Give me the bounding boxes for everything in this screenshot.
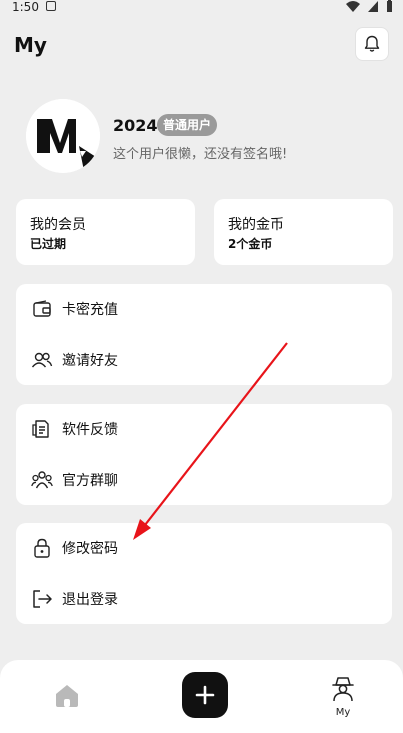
menu-item-label: 官方群聊 (62, 473, 118, 489)
tab-home[interactable] (53, 681, 81, 709)
status-bar: 1:50 (0, 0, 403, 14)
menu-item-label: 卡密充值 (62, 302, 118, 318)
tab-my-label: My (335, 707, 351, 718)
membership-title: 我的会员 (30, 217, 86, 233)
menu-item-label: 修改密码 (62, 541, 118, 557)
notification-button[interactable] (355, 27, 389, 61)
wallet-icon (33, 300, 51, 317)
menu-item-logout[interactable]: 退出登录 (16, 574, 392, 624)
menu-group-community: 软件反馈 官方群聊 (16, 404, 392, 505)
user-level-badge: 普通用户 (157, 114, 218, 136)
coins-card[interactable]: 我的金币 2个金币 (214, 199, 393, 265)
menu-item-label: 软件反馈 (62, 422, 118, 438)
avatar[interactable] (26, 99, 100, 173)
signal-icon (368, 0, 378, 12)
user-signature: 这个用户很懒，还没有签名哦! (113, 147, 288, 162)
menu-item-label: 退出登录 (62, 592, 118, 608)
lock-icon (34, 538, 50, 558)
status-time: 1:50 (12, 0, 39, 14)
add-button[interactable] (182, 672, 228, 718)
menu-item-invite-friends[interactable]: 邀请好友 (16, 335, 392, 385)
sim-icon (46, 1, 56, 11)
username: 2024 (113, 116, 158, 135)
menu-item-official-group[interactable]: 官方群聊 (16, 455, 392, 505)
menu-group-account: 修改密码 退出登录 (16, 523, 392, 624)
menu-item-card-recharge[interactable]: 卡密充值 (16, 284, 392, 334)
coins-title: 我的金币 (228, 217, 284, 233)
page-title: My (14, 33, 47, 57)
plus-icon (195, 685, 215, 705)
bell-icon (364, 35, 380, 52)
menu-item-label: 邀请好友 (62, 353, 118, 369)
battery-icon (387, 0, 392, 12)
status-icons (346, 0, 393, 12)
avatar-logo-image (26, 99, 100, 173)
feedback-icon (32, 420, 49, 438)
wifi-icon (346, 0, 360, 12)
membership-card[interactable]: 我的会员 已过期 (16, 199, 195, 265)
group-icon (31, 471, 53, 489)
home-icon (56, 685, 78, 707)
logout-icon (33, 590, 52, 608)
tab-my[interactable]: My (326, 676, 360, 718)
user-detective-icon (332, 677, 354, 702)
menu-item-feedback[interactable]: 软件反馈 (16, 404, 392, 454)
coins-value: 2个金币 (228, 237, 273, 251)
menu-group-recharge: 卡密充值 邀请好友 (16, 284, 392, 385)
menu-item-change-password[interactable]: 修改密码 (16, 523, 392, 573)
membership-status: 已过期 (30, 237, 67, 251)
users-icon (31, 352, 53, 368)
